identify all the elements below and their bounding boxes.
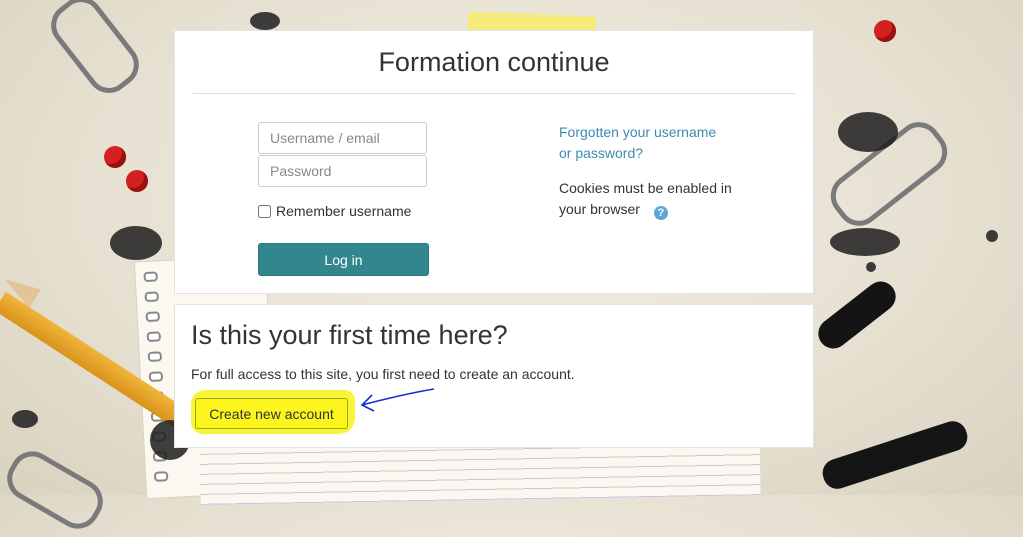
pushpin-icon — [874, 20, 896, 42]
ink-splash-decoration — [110, 226, 162, 260]
remember-username[interactable]: Remember username — [258, 203, 411, 219]
signup-title: Is this your first time here? — [191, 320, 508, 350]
cookies-notice: Cookies must be enabled in your browser … — [559, 178, 734, 220]
ink-splash-decoration — [866, 262, 876, 272]
username-input[interactable] — [258, 122, 427, 154]
title-divider — [193, 93, 795, 94]
ink-splash-decoration — [838, 112, 898, 152]
paperclip-icon — [0, 443, 111, 537]
pushpin-icon — [126, 170, 148, 192]
forgot-password-link[interactable]: Forgotten your username or password? — [559, 122, 729, 164]
create-account-button[interactable]: Create new account — [195, 398, 348, 429]
signup-panel: Is this your first time here? For full a… — [174, 304, 814, 448]
remember-username-label: Remember username — [276, 203, 412, 219]
signup-description: For full access to this site, you first … — [191, 366, 575, 382]
ink-splash-decoration — [12, 410, 38, 428]
ink-splash-decoration — [830, 228, 900, 256]
cookies-text: Cookies must be enabled in your browser — [559, 180, 732, 217]
page-title: Formation continue — [378, 47, 610, 77]
arrow-annotation-icon — [360, 388, 435, 412]
question-circle-icon[interactable]: ? — [653, 206, 668, 220]
fountain-pen-decoration — [812, 275, 902, 355]
paperclip-icon — [42, 0, 148, 102]
pushpin-icon — [104, 146, 126, 168]
password-input[interactable] — [258, 155, 427, 187]
ink-splash-decoration — [986, 230, 998, 242]
login-panel: Formation continue Remember username Log… — [174, 30, 814, 294]
remember-username-checkbox[interactable] — [258, 204, 271, 218]
marker-decoration — [819, 417, 971, 493]
ink-splash-decoration — [250, 12, 280, 30]
login-button[interactable]: Log in — [258, 243, 429, 276]
